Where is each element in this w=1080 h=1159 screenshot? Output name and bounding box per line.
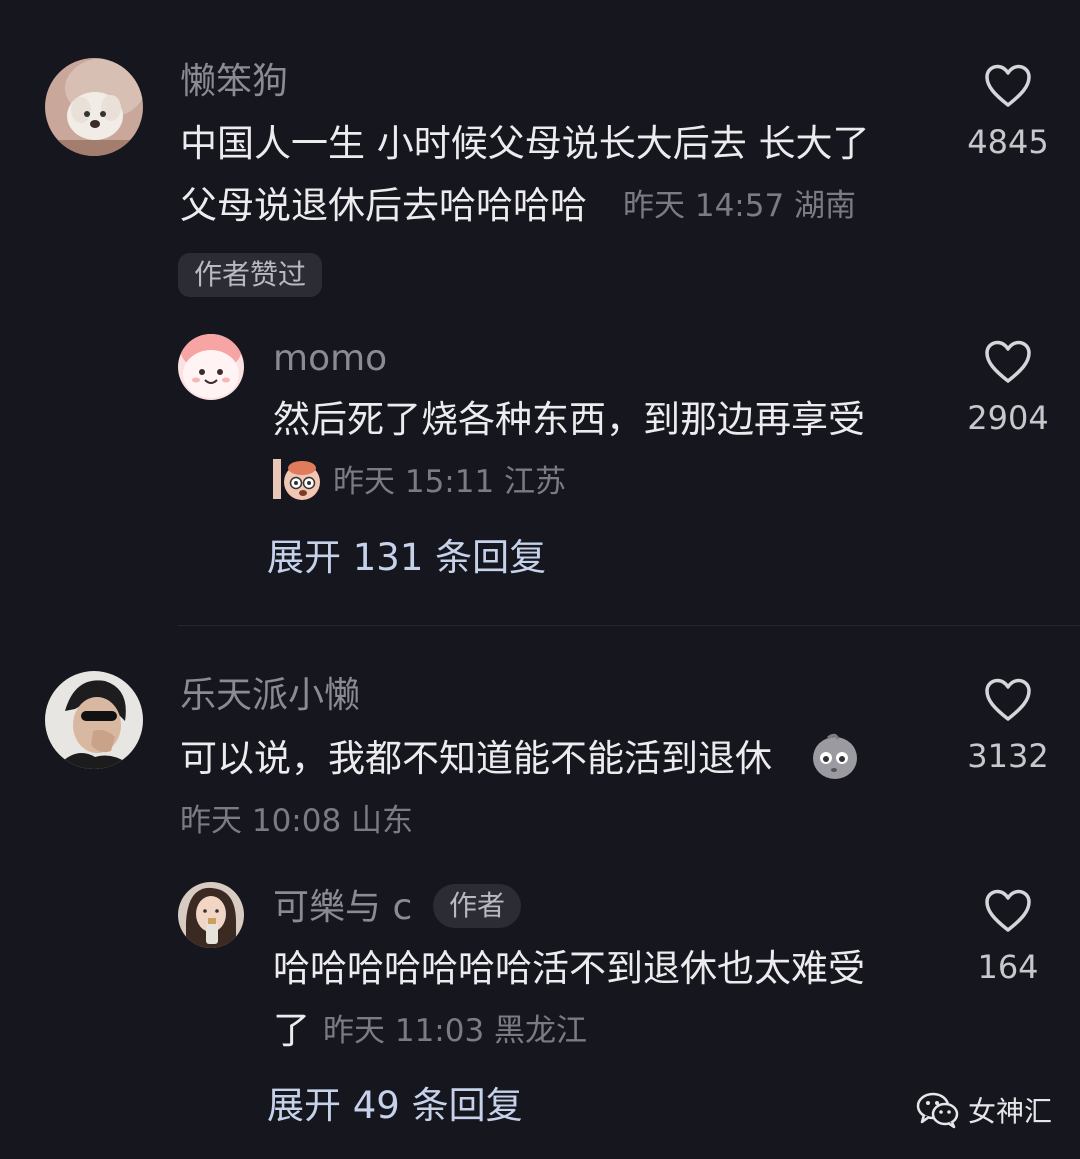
wechat-icon xyxy=(916,1092,959,1129)
like-count: 164 xyxy=(977,948,1039,986)
heart-outline-icon[interactable] xyxy=(984,678,1032,722)
avatar[interactable] xyxy=(45,58,143,156)
avatar[interactable] xyxy=(178,882,244,948)
comment-text: 可以说，我都不知道能不能活到退休 xyxy=(180,737,772,780)
reply-username[interactable]: momo xyxy=(273,341,387,377)
comment-meta: 昨天 10:08 山东 xyxy=(180,803,414,839)
comment-meta: 昨天 14:57 湖南 xyxy=(623,188,857,224)
expand-replies-link[interactable]: 展开 49 条回复 xyxy=(267,1087,523,1124)
comment-text: 父母说退休后去哈哈哈哈 xyxy=(180,184,587,227)
avatar[interactable] xyxy=(45,671,143,769)
comment-username[interactable]: 乐天派小懒 xyxy=(180,678,360,714)
author-tag: 作者 xyxy=(433,884,522,928)
comment-text: 中国人一生 小时候父母说长大后去 长大了 xyxy=(180,122,870,165)
like-count: 4845 xyxy=(967,123,1049,161)
heart-outline-icon[interactable] xyxy=(984,889,1032,933)
like-count: 2904 xyxy=(967,399,1049,437)
reply-text: 哈哈哈哈哈哈哈活不到退休也太难受 xyxy=(273,947,865,990)
emoji-face-icon xyxy=(813,733,857,779)
heart-outline-icon[interactable] xyxy=(984,340,1032,384)
reply-username[interactable]: 可樂与 c xyxy=(273,890,412,926)
watermark-text: 女神汇 xyxy=(968,1095,1053,1128)
sticker-icon xyxy=(273,459,320,500)
reply-text: 了 xyxy=(273,1009,310,1052)
reply-text: 然后死了烧各种东西，到那边再享受 xyxy=(273,398,865,441)
watermark: 女神汇 xyxy=(916,1090,1052,1130)
like-count: 3132 xyxy=(967,737,1049,775)
divider xyxy=(178,625,1080,626)
avatar[interactable] xyxy=(178,334,244,400)
author-liked-badge: 作者赞过 xyxy=(178,253,323,297)
reply-meta: 昨天 11:03 黑龙江 xyxy=(323,1013,588,1049)
heart-outline-icon[interactable] xyxy=(984,64,1032,108)
comment-username[interactable]: 懒笨狗 xyxy=(180,64,288,100)
reply-meta: 昨天 15:11 江苏 xyxy=(333,464,567,500)
expand-replies-link[interactable]: 展开 131 条回复 xyxy=(267,539,546,576)
